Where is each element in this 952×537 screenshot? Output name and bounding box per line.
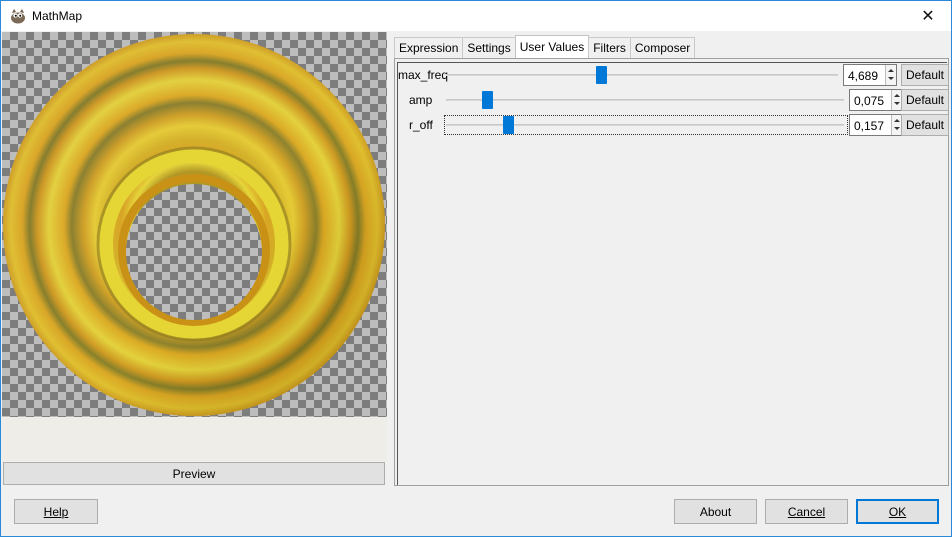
max-freq-spin-input[interactable]: 4,689 [843,64,897,86]
max-freq-default-button[interactable]: Default [901,64,949,86]
tab-label: Composer [634,41,691,55]
ok-button[interactable]: OK [856,499,939,524]
amp-slider[interactable] [446,99,844,101]
r-off-slider-thumb[interactable] [503,116,515,134]
spin-down-icon[interactable] [894,127,900,130]
preview-button[interactable]: Preview [3,462,385,485]
r-off-default-button[interactable]: Default [901,114,949,136]
preview-background [2,417,387,461]
close-button[interactable]: ✕ [905,1,951,31]
max-freq-label: max_freq [398,68,449,82]
ring-render [3,34,385,416]
spin-down-icon[interactable] [894,102,900,105]
help-button[interactable]: Help [14,499,98,524]
about-button-label: About [699,504,732,519]
spin-arrows[interactable] [885,65,896,85]
default-button-label: Default [905,68,945,82]
default-button-label: Default [905,118,945,132]
user-value-row-amp: amp 0,075 Default [398,89,950,111]
amp-value: 0,075 [854,94,885,108]
about-button[interactable]: About [674,499,757,524]
default-button-label: Default [905,93,945,107]
spin-down-icon[interactable] [888,77,894,80]
user-values-panel: max_freq 4,689 Default amp 0,075 Default… [394,58,949,486]
tab-composer[interactable]: Composer [629,37,696,58]
help-button-label: Help [43,504,69,519]
amp-spin-input[interactable]: 0,075 [849,89,903,111]
spin-up-icon[interactable] [894,94,900,97]
tab-label: Expression [399,41,459,55]
amp-slider-thumb[interactable] [481,91,493,109]
tab-bar: Expression Settings User Values Filters … [394,35,696,58]
amp-default-button[interactable]: Default [901,89,949,111]
max-freq-slider-thumb[interactable] [595,66,607,84]
user-values-list: max_freq 4,689 Default amp 0,075 Default… [397,62,950,485]
preview-button-label: Preview [172,466,216,481]
spin-up-icon[interactable] [894,119,900,122]
user-value-row-max-freq: max_freq 4,689 Default [398,64,950,86]
r-off-value: 0,157 [854,119,885,133]
r-off-spin-input[interactable]: 0,157 [849,114,903,136]
amp-label: amp [409,93,433,107]
cancel-button-label: Cancel [787,504,826,519]
r-off-label: r_off [409,118,433,132]
spin-up-icon[interactable] [888,69,894,72]
max-freq-value: 4,689 [848,69,879,83]
close-icon: ✕ [921,8,935,25]
tab-settings[interactable]: Settings [462,37,516,58]
mathmap-window: MathMap ✕ Preview Expression Settings Us… [0,0,952,537]
cancel-button[interactable]: Cancel [765,499,848,524]
tab-label: Settings [467,41,511,55]
window-title: MathMap [32,9,83,23]
tab-label: Filters [593,41,626,55]
tab-user-values[interactable]: User Values [514,35,590,58]
ok-button-label: OK [888,504,907,519]
tab-expression[interactable]: Expression [394,37,464,58]
title-bar: MathMap ✕ [1,1,951,31]
tab-filters[interactable]: Filters [588,37,631,58]
tab-label: User Values [519,40,585,54]
max-freq-slider[interactable] [446,74,838,76]
user-value-row-r-off: r_off 0,157 Default [398,114,950,136]
gimp-wilber-icon [11,9,25,24]
preview-image [2,32,387,417]
